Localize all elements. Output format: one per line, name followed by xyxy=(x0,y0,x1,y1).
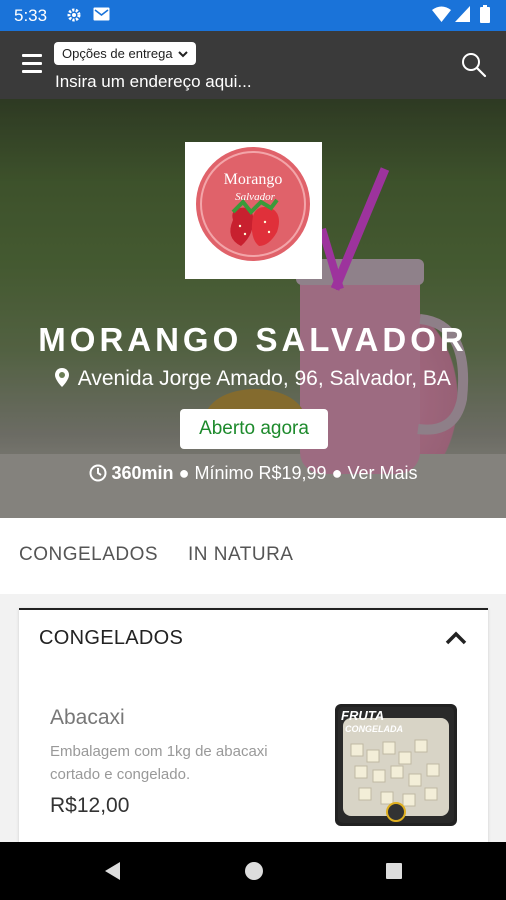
product-name: Abacaxi xyxy=(50,706,125,729)
status-time: 5:33 xyxy=(14,6,48,25)
chevron-down-icon xyxy=(178,51,188,58)
store-info-line: 360min ● Mínimo R$19,99 ● Ver Mais xyxy=(0,463,506,484)
wifi-icon xyxy=(432,6,451,22)
status-bar: 5:33 xyxy=(0,0,506,31)
system-nav-bar xyxy=(0,842,506,900)
delivery-options-button[interactable]: Opções de entrega xyxy=(54,42,197,65)
delivery-time: 360min xyxy=(111,463,174,483)
delivery-options-label: Opções de entrega xyxy=(62,46,173,61)
clock-icon xyxy=(89,464,106,482)
product-image-art: FRUTA CONGELADA xyxy=(338,707,454,823)
map-pin-icon xyxy=(55,368,70,387)
store-address: Avenida Jorge Amado, 96, Salvador, BA xyxy=(0,367,506,391)
product-image-label-1: FRUTA xyxy=(341,708,384,723)
tab-congelados[interactable]: CONGELADOS xyxy=(19,544,158,566)
battery-icon xyxy=(480,5,490,23)
store-name: MORANGO SALVADOR xyxy=(38,321,468,358)
signal-icon xyxy=(455,6,470,22)
minimum-order: Mínimo R$19,99 xyxy=(194,463,327,483)
see-more-link[interactable]: Ver Mais xyxy=(347,463,417,483)
store-hero-banner: Morango Salvador MORANGO SALVADOR Avenid… xyxy=(0,99,506,518)
search-icon[interactable] xyxy=(460,51,488,79)
recents-icon[interactable] xyxy=(384,861,404,881)
back-icon[interactable] xyxy=(102,860,122,882)
product-image: FRUTA CONGELADA xyxy=(335,704,457,826)
product-description: Embalagem com 1kg de abacaxi cortado e c… xyxy=(50,743,268,783)
store-logo-image: Morango Salvador xyxy=(196,147,310,261)
info-separator-2: ● xyxy=(331,463,343,483)
store-status-badge: Aberto agora xyxy=(180,409,328,449)
gear-icon xyxy=(67,8,81,22)
product-item[interactable]: Abacaxi Embalagem com 1kg de abacaxi cor… xyxy=(50,704,458,836)
store-logo: Morango Salvador xyxy=(185,142,322,279)
menu-icon[interactable] xyxy=(22,54,42,74)
mail-icon xyxy=(93,7,110,21)
store-address-text: Avenida Jorge Amado, 96, Salvador, BA xyxy=(77,367,451,390)
tab-in-natura[interactable]: IN NATURA xyxy=(188,544,293,566)
logo-text-line1: Morango xyxy=(224,171,283,188)
app-bar: Opções de entrega Insira um endereço aqu… xyxy=(0,31,506,99)
address-input[interactable]: Insira um endereço aqui... xyxy=(55,72,252,92)
home-icon[interactable] xyxy=(243,860,265,882)
product-image-label-2: CONGELADA xyxy=(345,724,403,734)
product-price: R$12,00 xyxy=(50,794,130,817)
category-tabs: CONGELADOS IN NATURA xyxy=(0,518,506,594)
category-section: CONGELADOS Abacaxi Embalagem com 1kg de … xyxy=(19,608,488,850)
category-title: CONGELADOS xyxy=(39,627,184,649)
chevron-up-icon[interactable] xyxy=(445,630,467,646)
info-separator-1: ● xyxy=(178,463,190,483)
